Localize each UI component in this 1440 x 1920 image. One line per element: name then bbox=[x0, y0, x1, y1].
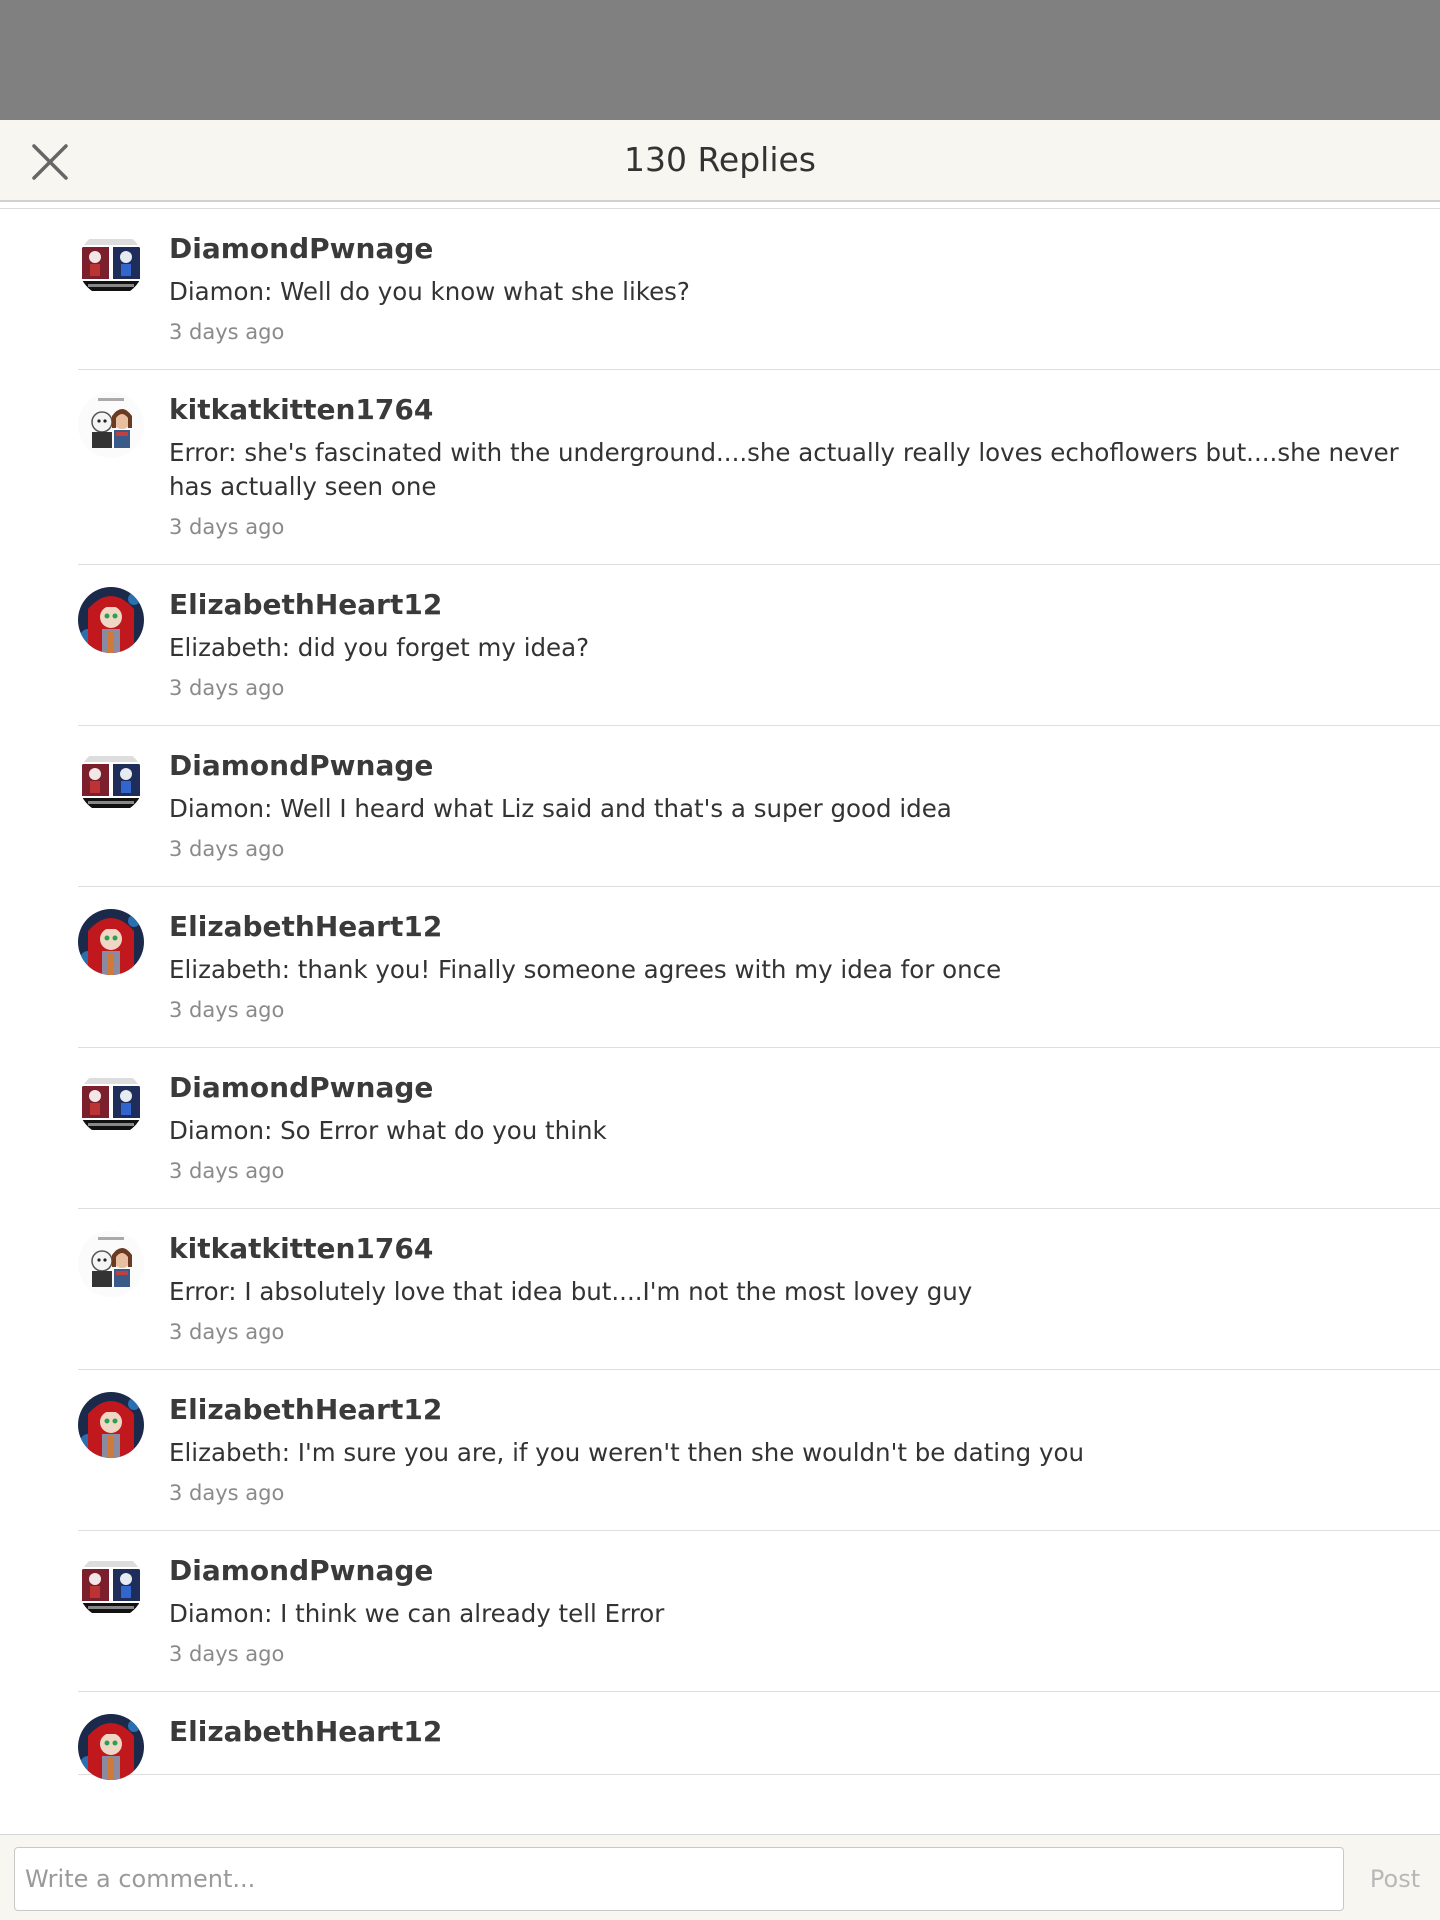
reply-text: Diamon: Well I heard what Liz said and t… bbox=[169, 794, 952, 823]
avatar[interactable] bbox=[78, 392, 144, 458]
reply-text: Elizabeth: did you forget my idea? bbox=[169, 633, 590, 662]
reply-timestamp: 3 days ago bbox=[169, 1320, 285, 1344]
replies-sheet: 130 Replies DiamondPwnage Diamon: Well do… bbox=[0, 120, 1440, 1920]
avatar[interactable] bbox=[78, 1070, 144, 1136]
avatar[interactable] bbox=[78, 1553, 144, 1619]
avatar[interactable] bbox=[78, 1231, 144, 1297]
avatar[interactable] bbox=[78, 909, 144, 975]
reply-username[interactable]: ElizabethHeart12 bbox=[169, 585, 1400, 625]
reply-item[interactable]: ElizabethHeart12 Elizabeth: thank you! Fi… bbox=[78, 887, 1440, 1048]
reply-username[interactable]: DiamondPwnage bbox=[169, 1551, 1400, 1591]
reply-timestamp: 3 days ago bbox=[169, 320, 285, 344]
reply-timestamp: 3 days ago bbox=[169, 676, 285, 700]
page-title: 130 Replies bbox=[623, 140, 816, 179]
reply-item[interactable]: DiamondPwnage Diamon: Well I heard what L… bbox=[78, 726, 1440, 887]
comment-composer: Post bbox=[0, 1834, 1440, 1920]
reply-username[interactable]: ElizabethHeart12 bbox=[169, 1390, 1400, 1430]
reply-text: Diamon: I think we can already tell Erro… bbox=[169, 1599, 665, 1628]
avatar[interactable] bbox=[78, 1714, 144, 1780]
reply-text: Error: I absolutely love that idea but..… bbox=[169, 1277, 973, 1306]
reply-timestamp: 3 days ago bbox=[169, 1642, 285, 1666]
reply-timestamp: 3 days ago bbox=[169, 515, 285, 539]
reply-text: Elizabeth: I'm sure you are, if you were… bbox=[169, 1438, 1084, 1467]
reply-item[interactable]: ElizabethHeart12 Elizabeth: did you forge… bbox=[78, 565, 1440, 726]
reply-username[interactable]: DiamondPwnage bbox=[169, 746, 1400, 786]
reply-text: Diamon: Well do you know what she likes? bbox=[169, 277, 690, 306]
reply-item[interactable]: ElizabethHeart12 bbox=[78, 1692, 1440, 1780]
avatar[interactable] bbox=[78, 1392, 144, 1458]
dimmed-backdrop[interactable] bbox=[0, 0, 1440, 120]
avatar[interactable] bbox=[78, 748, 144, 814]
reply-item[interactable]: kitkatkitten1764 Error: I absolutely love… bbox=[78, 1209, 1440, 1370]
reply-username[interactable]: ElizabethHeart12 bbox=[169, 907, 1400, 947]
reply-timestamp: 3 days ago bbox=[169, 998, 285, 1022]
reply-timestamp: 3 days ago bbox=[169, 1481, 285, 1505]
reply-text: Diamon: So Error what do you think bbox=[169, 1116, 607, 1145]
reply-username[interactable]: kitkatkitten1764 bbox=[169, 1229, 1400, 1269]
reply-timestamp: 3 days ago bbox=[169, 837, 285, 861]
avatar[interactable] bbox=[78, 587, 144, 653]
reply-text: Error: she's fascinated with the undergr… bbox=[169, 438, 1399, 501]
reply-item[interactable]: DiamondPwnage Diamon: Well do you know wh… bbox=[78, 209, 1440, 370]
reply-username[interactable]: ElizabethHeart12 bbox=[169, 1712, 1400, 1752]
reply-item[interactable]: ElizabethHeart12 Elizabeth: I'm sure you … bbox=[78, 1370, 1440, 1531]
comment-input[interactable] bbox=[14, 1847, 1344, 1911]
reply-timestamp: 3 days ago bbox=[169, 1159, 285, 1183]
reply-text: Elizabeth: thank you! Finally someone ag… bbox=[169, 955, 1002, 984]
post-button[interactable]: Post bbox=[1360, 1847, 1430, 1911]
reply-item[interactable]: kitkatkitten1764 Error: she's fascinated … bbox=[78, 370, 1440, 565]
reply-username[interactable]: DiamondPwnage bbox=[169, 229, 1400, 269]
reply-username[interactable]: kitkatkitten1764 bbox=[169, 390, 1400, 430]
replies-header: 130 Replies bbox=[0, 120, 1440, 202]
reply-item[interactable]: DiamondPwnage Diamon: I think we can alre… bbox=[78, 1531, 1440, 1692]
reply-item[interactable]: DiamondPwnage Diamon: So Error what do yo… bbox=[78, 1048, 1440, 1209]
reply-list[interactable]: DiamondPwnage Diamon: Well do you know wh… bbox=[0, 208, 1440, 1920]
avatar[interactable] bbox=[78, 231, 144, 297]
reply-username[interactable]: DiamondPwnage bbox=[169, 1068, 1400, 1108]
